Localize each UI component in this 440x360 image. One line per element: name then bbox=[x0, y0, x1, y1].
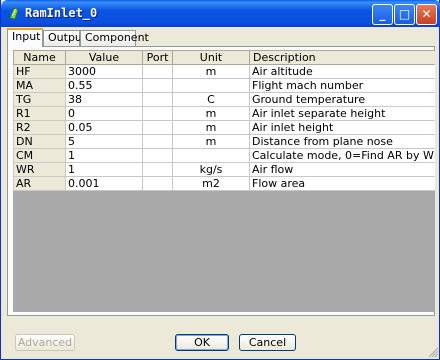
cell-name: WR bbox=[13, 162, 66, 177]
cell-value[interactable]: 0.05 bbox=[65, 120, 143, 135]
cell-value[interactable]: 0.001 bbox=[65, 176, 143, 191]
cell-port bbox=[142, 106, 173, 121]
table-header-row: Name Value Port Unit Description bbox=[13, 50, 435, 65]
tab-panel-input: Name Value Port Unit Description HF 3000 m… bbox=[7, 46, 435, 316]
cell-value[interactable]: 5 bbox=[65, 134, 143, 149]
column-header-value[interactable]: Value bbox=[65, 50, 143, 65]
cell-name: R2 bbox=[13, 120, 66, 135]
column-header-unit[interactable]: Unit bbox=[172, 50, 250, 65]
maximize-button[interactable]: □ bbox=[394, 4, 415, 25]
cell-name: DN bbox=[13, 134, 66, 149]
cell-unit: m bbox=[172, 64, 250, 79]
cancel-button[interactable]: Cancel bbox=[239, 334, 296, 351]
cell-value[interactable]: 1 bbox=[65, 148, 143, 163]
parameter-table: Name Value Port Unit Description HF 3000 m… bbox=[13, 50, 435, 191]
column-header-description[interactable]: Description bbox=[249, 50, 435, 65]
cell-description: Air inlet separate height bbox=[249, 106, 435, 121]
minimize-icon: _ bbox=[379, 7, 386, 21]
cell-description: Calculate mode, 0=Find AR by WR; 1=Find … bbox=[249, 148, 435, 163]
app-icon bbox=[9, 7, 19, 20]
cell-unit bbox=[172, 148, 250, 163]
cell-name: TG bbox=[13, 92, 66, 107]
table-row[interactable]: MA 0.55 Flight mach number bbox=[13, 78, 435, 93]
maximize-icon: □ bbox=[398, 7, 411, 21]
cell-unit: m bbox=[172, 134, 250, 149]
cell-value[interactable]: 0.55 bbox=[65, 78, 143, 93]
table-row[interactable]: CM1 Calculate mode, 0=Find AR by WR; 1=Fi… bbox=[13, 148, 435, 163]
column-header-port[interactable]: Port bbox=[142, 50, 173, 65]
cell-value[interactable]: 0 bbox=[65, 106, 143, 121]
cell-value[interactable]: 38 bbox=[65, 92, 143, 107]
table-row[interactable]: DN 5 m Distance from plane nose bbox=[13, 134, 435, 149]
table-row[interactable]: TG 38 C Ground temperature bbox=[13, 92, 435, 107]
close-button[interactable]: ✕ bbox=[416, 4, 437, 25]
cell-name: HF bbox=[13, 64, 66, 79]
cell-unit: C bbox=[172, 92, 250, 107]
cell-description: Flight mach number bbox=[249, 78, 435, 93]
cell-description: Flow area bbox=[249, 176, 435, 191]
tab-output[interactable]: Output bbox=[43, 30, 86, 46]
cell-name: MA bbox=[13, 78, 66, 93]
cell-port bbox=[142, 134, 173, 149]
cell-port bbox=[142, 120, 173, 135]
button-bar: Advanced OK Cancel bbox=[1, 324, 440, 360]
cell-port bbox=[142, 92, 173, 107]
cell-description: Air flow bbox=[249, 162, 435, 177]
cell-description: Air inlet height bbox=[249, 120, 435, 135]
cell-unit bbox=[172, 78, 250, 93]
resize-grip-icon[interactable] bbox=[428, 347, 439, 358]
cell-name: AR bbox=[13, 176, 66, 191]
cell-description: Distance from plane nose bbox=[249, 134, 435, 149]
column-header-name[interactable]: Name bbox=[13, 50, 66, 65]
window-title: RamInlet_0 bbox=[25, 6, 98, 20]
cell-description: Air altitude bbox=[249, 64, 435, 79]
cell-name: R1 bbox=[13, 106, 66, 121]
tab-component[interactable]: Component bbox=[80, 30, 149, 46]
cell-port bbox=[142, 176, 173, 191]
table-row[interactable]: R2 0.05 m Air inlet height bbox=[13, 120, 435, 135]
parameter-grid[interactable]: Name Value Port Unit Description HF 3000 m… bbox=[13, 50, 435, 312]
cell-unit: m bbox=[172, 106, 250, 121]
cell-unit: kg/s bbox=[172, 162, 250, 177]
ok-button[interactable]: OK bbox=[175, 334, 229, 351]
advanced-button[interactable]: Advanced bbox=[15, 334, 75, 351]
minimize-button[interactable]: _ bbox=[372, 4, 393, 25]
cell-name: CM bbox=[13, 148, 66, 163]
cell-unit: m2 bbox=[172, 176, 250, 191]
table-row[interactable]: AR 0.001 m2 Flow area bbox=[13, 176, 435, 191]
cell-value[interactable]: 1 bbox=[65, 162, 143, 177]
close-icon: ✕ bbox=[421, 7, 432, 21]
table-row[interactable]: WR 1 kg/s Air flow bbox=[13, 162, 435, 177]
cell-port bbox=[142, 162, 173, 177]
tab-input[interactable]: Input bbox=[7, 28, 43, 47]
cell-port bbox=[142, 78, 173, 93]
dialog-window: RamInlet_0 _ □ ✕ Input Output Component … bbox=[0, 0, 440, 360]
cell-port bbox=[142, 148, 173, 163]
cell-unit: m bbox=[172, 120, 250, 135]
cell-value[interactable]: 3000 bbox=[65, 64, 143, 79]
table-body: HF 3000 m Air altitude MA 0.55 Flight mach num… bbox=[13, 64, 435, 191]
title-bar[interactable]: RamInlet_0 _ □ ✕ bbox=[1, 0, 440, 27]
cell-description: Ground temperature bbox=[249, 92, 435, 107]
cell-port bbox=[142, 64, 173, 79]
table-row[interactable]: HF 3000 m Air altitude bbox=[13, 64, 435, 79]
table-row[interactable]: R1 0 m Air inlet separate height bbox=[13, 106, 435, 121]
